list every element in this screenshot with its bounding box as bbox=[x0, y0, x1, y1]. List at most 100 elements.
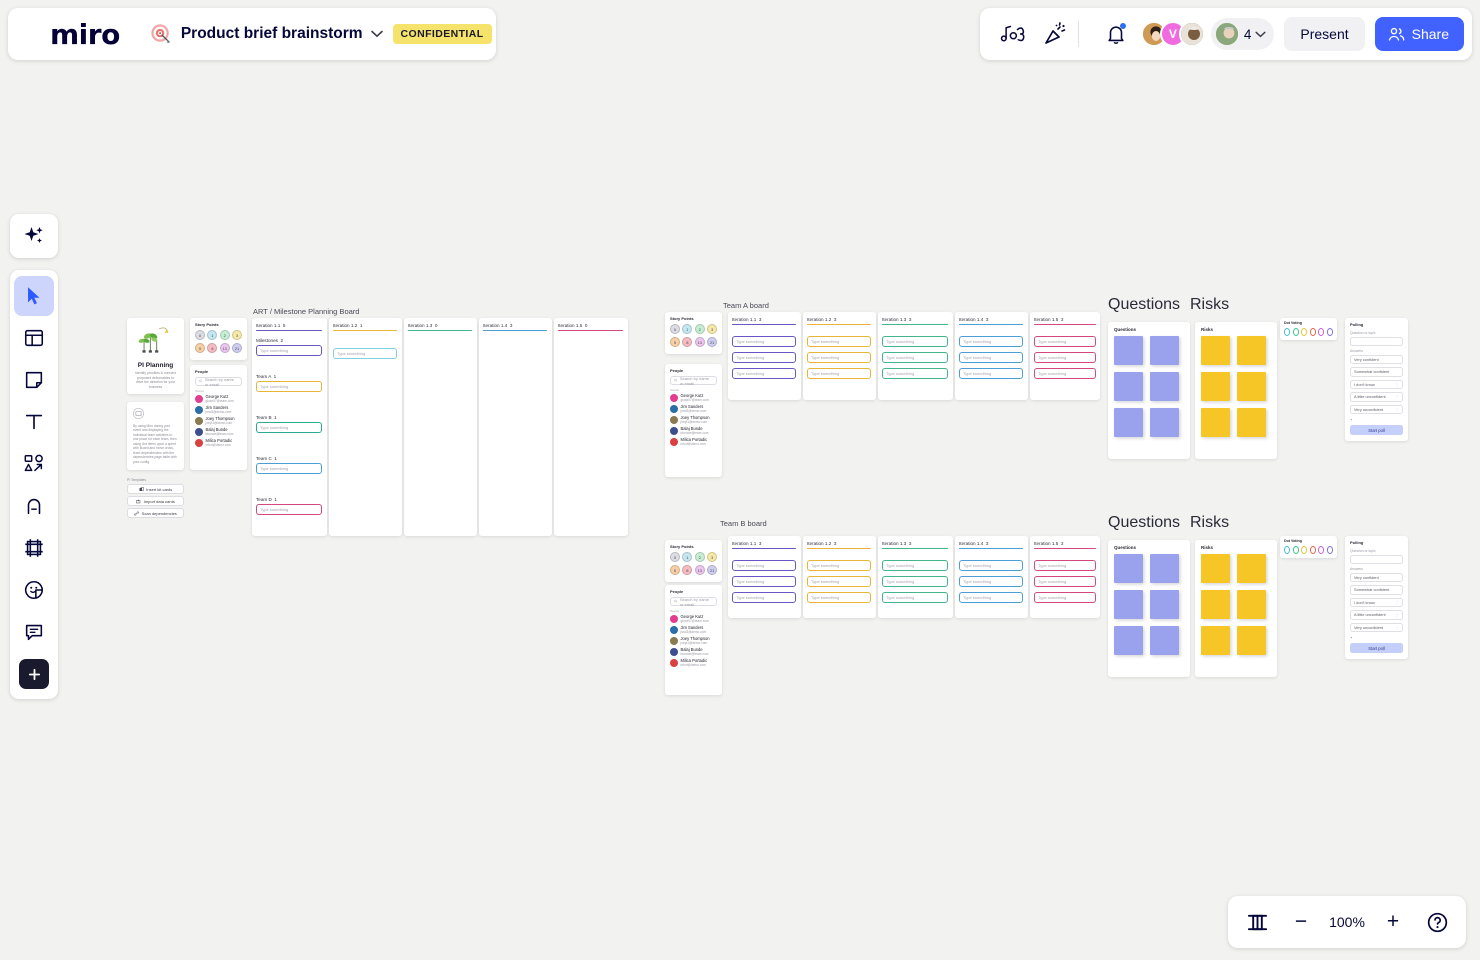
story-point-chip[interactable]: 1 bbox=[207, 330, 217, 340]
team-b-cell-input[interactable]: Type something bbox=[1034, 576, 1096, 587]
sticky-note-question[interactable] bbox=[1114, 372, 1143, 401]
team-b-board-group[interactable]: Team B board Story Points 0 1 2 3 5 8 13… bbox=[665, 530, 1100, 695]
art-cell-input[interactable]: Type something bbox=[333, 348, 397, 359]
story-point-chip[interactable]: 13 bbox=[695, 565, 705, 575]
sticker-tool[interactable] bbox=[14, 570, 54, 610]
start-poll-button[interactable]: Start poll bbox=[1350, 425, 1403, 435]
polling-question-input[interactable] bbox=[1350, 337, 1403, 347]
team-a-people-card[interactable]: People Search by name or email Teams Geo… bbox=[665, 364, 722, 477]
start-poll-button[interactable]: Start poll bbox=[1350, 643, 1403, 653]
zoom-out-button[interactable]: − bbox=[1282, 903, 1320, 941]
team-b-cell-input[interactable]: Type something bbox=[882, 576, 948, 587]
sticky-note-question[interactable] bbox=[1150, 336, 1179, 365]
team-a-cell-input[interactable]: Type something bbox=[732, 352, 796, 363]
team-b-cell-input[interactable]: Type something bbox=[807, 592, 871, 603]
text-tool[interactable] bbox=[14, 402, 54, 442]
board-title[interactable]: Product brief brainstorm bbox=[181, 25, 363, 43]
team-b-cell-input[interactable]: Type something bbox=[732, 576, 796, 587]
chevron-down-icon[interactable] bbox=[371, 27, 383, 41]
story-point-chip[interactable]: 8 bbox=[682, 337, 692, 347]
story-point-chip[interactable]: 3 bbox=[707, 324, 717, 334]
story-point-chip[interactable]: 2 bbox=[220, 330, 230, 340]
team-a-board-group[interactable]: Team A board Story Points 0 1 2 3 5 8 13… bbox=[665, 312, 1100, 477]
more-apps-tool[interactable] bbox=[19, 659, 49, 689]
sticky-note-question[interactable] bbox=[1114, 554, 1143, 583]
vote-dot[interactable] bbox=[1293, 328, 1299, 336]
collaborator-avatars[interactable]: V 4 bbox=[1141, 18, 1275, 50]
story-point-chip[interactable]: 3 bbox=[232, 330, 242, 340]
person-list-item[interactable]: Balaj Bundebbunde@team.com bbox=[670, 427, 717, 435]
collaborator-count-chip[interactable]: 4 bbox=[1211, 18, 1275, 50]
story-point-chip[interactable]: 21 bbox=[707, 337, 717, 347]
art-column[interactable] bbox=[479, 318, 552, 536]
frame-tool[interactable] bbox=[14, 528, 54, 568]
polling-card-1[interactable]: Polling Question or topic Answers Very c… bbox=[1345, 318, 1408, 441]
sticky-note-risk[interactable] bbox=[1237, 626, 1266, 655]
music-notes-icon[interactable] bbox=[994, 15, 1032, 53]
story-point-chip[interactable]: 2 bbox=[695, 324, 705, 334]
sticky-note-risk[interactable] bbox=[1237, 336, 1266, 365]
milestones-input[interactable]: Type something bbox=[256, 345, 322, 356]
story-point-chip[interactable]: 3 bbox=[707, 552, 717, 562]
story-point-chip[interactable]: 21 bbox=[232, 343, 242, 353]
present-button[interactable]: Present bbox=[1284, 17, 1364, 51]
story-point-chip[interactable]: 13 bbox=[695, 337, 705, 347]
vote-dot[interactable] bbox=[1301, 328, 1307, 336]
team-b-cell-input[interactable]: Type something bbox=[807, 560, 871, 571]
polling-question-input[interactable] bbox=[1350, 555, 1403, 565]
team-a-cell-input[interactable]: Type something bbox=[882, 336, 948, 347]
avatar[interactable] bbox=[1179, 21, 1205, 47]
people-search-input[interactable]: Search by name or email bbox=[670, 376, 717, 385]
vote-dot[interactable] bbox=[1327, 328, 1333, 336]
person-list-item[interactable]: Milica Portadic mfort@demo.com bbox=[195, 439, 242, 447]
scan-dependencies-button[interactable]: Scan dependencies bbox=[127, 508, 184, 518]
person-list-item[interactable]: Balaj Bundebbunde@team.com bbox=[670, 648, 717, 656]
vote-dot[interactable] bbox=[1318, 546, 1324, 554]
pen-tool[interactable] bbox=[14, 486, 54, 526]
people-search-input[interactable]: Search by name or email bbox=[195, 377, 242, 386]
sticky-note-risk[interactable] bbox=[1237, 554, 1266, 583]
chevron-down-icon[interactable] bbox=[1255, 31, 1266, 38]
risks-frame[interactable]: Risks bbox=[1195, 322, 1277, 459]
sticky-note-risk[interactable] bbox=[1237, 372, 1266, 401]
sticky-note-risk[interactable] bbox=[1201, 626, 1230, 655]
team-b-people-card[interactable]: People Search by name or email Teams Geo… bbox=[665, 585, 722, 695]
polling-answer-field[interactable]: A little unconfident⋮ bbox=[1350, 392, 1403, 402]
person-list-item[interactable]: Jim Sandersjsnd3@demo.com bbox=[670, 405, 717, 413]
team-a-story-points-card[interactable]: Story Points 0 1 2 3 5 8 13 21 bbox=[665, 312, 722, 354]
fit-to-screen-button[interactable] bbox=[1238, 903, 1276, 941]
sticky-note-question[interactable] bbox=[1114, 336, 1143, 365]
dot-voting-card-2[interactable]: Dot Voting bbox=[1280, 536, 1337, 558]
art-column[interactable] bbox=[404, 318, 477, 536]
story-point-chip[interactable]: 13 bbox=[220, 343, 230, 353]
story-point-chip[interactable]: 8 bbox=[207, 343, 217, 353]
notification-bell-icon[interactable] bbox=[1097, 15, 1135, 53]
sticky-note-risk[interactable] bbox=[1201, 372, 1230, 401]
story-point-chip[interactable]: 5 bbox=[195, 343, 205, 353]
story-point-chip[interactable]: 21 bbox=[707, 565, 717, 575]
person-list-item[interactable]: Jim Sanders jsnd3@demo.com bbox=[195, 406, 242, 414]
team-a-cell-input[interactable]: Type something bbox=[807, 352, 871, 363]
sticky-note-question[interactable] bbox=[1150, 626, 1179, 655]
drag-handle-icon[interactable]: ⋮ bbox=[1395, 382, 1399, 387]
team-a-cell-input[interactable]: Type something bbox=[1034, 336, 1096, 347]
team-a-cell-input[interactable]: Type something bbox=[882, 352, 948, 363]
sticky-note-question[interactable] bbox=[1150, 372, 1179, 401]
team-a-cell-input[interactable]: Type something bbox=[732, 336, 796, 347]
story-points-card[interactable]: Story Points 0 1 2 3 5 8 13 21 bbox=[190, 318, 247, 360]
person-list-item[interactable]: Milica Portadicmfort@demo.com bbox=[670, 659, 717, 667]
zoom-level[interactable]: 100% bbox=[1326, 914, 1368, 930]
story-point-chip[interactable]: 8 bbox=[682, 565, 692, 575]
person-list-item[interactable]: George Kutzgkutz07@team.com bbox=[670, 615, 717, 623]
person-list-item[interactable]: George Kutzgkutz07@team.com bbox=[670, 394, 717, 402]
vote-dot[interactable] bbox=[1284, 546, 1290, 554]
sticky-note-risk[interactable] bbox=[1201, 590, 1230, 619]
ai-sparkle-tool[interactable] bbox=[10, 214, 58, 258]
polling-answer-field[interactable]: A little unconfident⋮ bbox=[1350, 610, 1403, 620]
team-a-cell-input[interactable]: Type something bbox=[882, 368, 948, 379]
miro-logo[interactable]: miro bbox=[50, 18, 120, 51]
vote-dot[interactable] bbox=[1318, 328, 1324, 336]
team-a-cell-input[interactable]: Type something bbox=[807, 336, 871, 347]
sticky-note-question[interactable] bbox=[1150, 590, 1179, 619]
vote-dot[interactable] bbox=[1293, 546, 1299, 554]
